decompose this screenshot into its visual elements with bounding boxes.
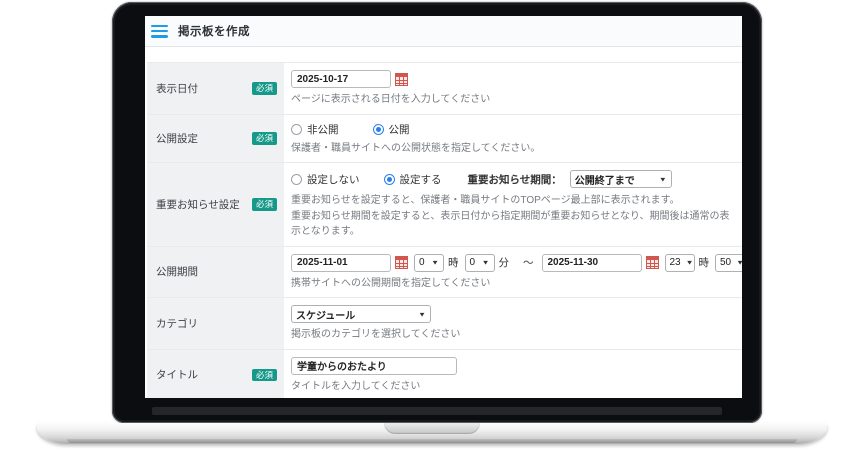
radio-notice-on[interactable]: 設定する	[383, 172, 442, 187]
row-publish-setting: 公開設定 必須 非公開 公開 保護者・職員サイトへの公開状態を指定してください。	[147, 114, 742, 163]
field-help: ページに表示される日付を入力してください	[291, 94, 491, 105]
radio-label: 設定する	[399, 173, 442, 186]
app-header: 掲示板を作成	[145, 16, 742, 47]
field-label: タイトル	[156, 369, 198, 382]
minute-unit: 分	[498, 257, 510, 269]
calendar-icon[interactable]	[395, 256, 408, 269]
category-select[interactable]: スケジュール ▼	[291, 305, 431, 323]
category-content: スケジュール ▼ 掲示板のカテゴリを選択してください	[289, 298, 742, 349]
important-notice-content: 設定しない 設定する 重要お知らせ期間： 公開終了まで ▼ 重要お知らせを設定す…	[289, 163, 742, 246]
selected-value: 公開終了まで	[574, 175, 635, 187]
publish-setting-label-cell: 公開設定 必須	[147, 114, 284, 162]
radio-private[interactable]: 非公開	[291, 122, 339, 137]
field-label: 表示日付	[156, 82, 198, 95]
row-display-date: 表示日付 必須 ページに表示される日付を入力してください	[147, 63, 742, 115]
menu-icon[interactable]	[151, 24, 168, 38]
important-notice-label-cell: 重要お知らせ設定 必須	[147, 163, 284, 246]
chevron-down-icon: ▼	[431, 258, 439, 267]
selected-value: 23	[669, 257, 681, 268]
required-badge: 必須	[251, 82, 277, 95]
selected-value: スケジュール	[296, 310, 356, 322]
display-date-input[interactable]	[291, 70, 391, 88]
laptop-base-rim	[67, 439, 797, 443]
required-badge: 必須	[251, 198, 277, 211]
radio-icon[interactable]	[291, 123, 302, 135]
laptop-mockup: 掲示板を作成 表示日付 必須 2025-10-17 ページに表示される日付を入力…	[0, 0, 864, 460]
start-hour-select[interactable]: 0 ▼	[414, 253, 444, 272]
chevron-down-icon: ▼	[685, 258, 694, 267]
field-help: 保護者・職員サイトへの公開状態を指定してください。	[291, 142, 541, 154]
radio-checked-icon[interactable]	[383, 173, 395, 185]
category-label-cell: カテゴリ	[147, 298, 284, 349]
radio-notice-off[interactable]: 設定しない	[291, 172, 360, 187]
field-help: 重要お知らせ期間を設定すると、表示日付から指定期間が重要お知らせとなり、期間後は…	[291, 210, 730, 238]
laptop-base	[37, 423, 827, 444]
row-publish-period: 公開期間 0 ▼ 時	[147, 246, 742, 298]
radio-checked-icon[interactable]	[372, 123, 384, 135]
period-start-date-input[interactable]	[291, 253, 391, 272]
range-separator: ～	[523, 257, 534, 269]
chevron-down-icon: ▼	[481, 258, 490, 267]
calendar-icon[interactable]	[645, 256, 659, 269]
end-hour-select[interactable]: 23 ▼	[664, 253, 695, 272]
field-help: タイトルを入力してください	[291, 380, 421, 392]
field-label: カテゴリ	[156, 317, 198, 330]
required-badge: 必須	[251, 368, 277, 381]
title-input[interactable]	[291, 356, 457, 375]
display-date-content: ページに表示される日付を入力してください	[289, 63, 742, 114]
laptop-notch	[384, 423, 480, 434]
field-label: 重要お知らせ設定	[156, 198, 240, 211]
publish-period-content: 0 ▼ 時 0 ▼ 分 ～	[289, 247, 742, 298]
end-minute-select[interactable]: 50 ▼	[715, 253, 742, 272]
radio-icon[interactable]	[291, 173, 302, 185]
publish-period-label-cell: 公開期間	[147, 246, 284, 297]
notice-period-select[interactable]: 公開終了まで ▼	[569, 170, 672, 188]
chevron-down-icon: ▼	[418, 310, 426, 318]
radio-label: 設定しない	[307, 173, 360, 186]
field-help: 重要お知らせを設定すると、保護者・職員サイトのTOPページ最上部に表示されます。	[291, 195, 680, 206]
row-important-notice: 重要お知らせ設定 必須 設定しない 設定する 重要お知らせ期間： 公開終了まで …	[147, 163, 742, 247]
page-title: 掲示板を作成	[178, 26, 250, 38]
title-label-cell: タイトル 必須	[147, 349, 284, 398]
create-board-form: 表示日付 必須 ページに表示される日付を入力してください	[145, 47, 742, 398]
hour-unit: 時	[448, 257, 459, 269]
publish-setting-content: 非公開 公開 保護者・職員サイトへの公開状態を指定してください。	[289, 115, 742, 163]
chevron-down-icon: ▼	[658, 175, 667, 183]
laptop-screen: 掲示板を作成 表示日付 必須 2025-10-17 ページに表示される日付を入力…	[145, 16, 742, 398]
start-minute-select[interactable]: 0 ▼	[464, 253, 495, 272]
radio-label: 非公開	[307, 123, 339, 136]
selected-value: 0	[419, 257, 425, 268]
notice-period-label: 重要お知らせ期間：	[467, 173, 562, 186]
row-category: カテゴリ スケジュール ▼ 掲示板のカテゴリを選択してください	[147, 298, 742, 350]
field-help: 携帯サイトへの公開期間を指定してください	[291, 277, 491, 289]
chevron-down-icon: ▼	[736, 259, 742, 266]
title-content: タイトルを入力してください	[289, 350, 742, 399]
period-end-date-input[interactable]	[541, 253, 642, 272]
row-title: タイトル 必須 タイトルを入力してください	[147, 349, 742, 399]
required-badge: 必須	[251, 132, 277, 145]
field-help: 掲示板のカテゴリを選択してください	[291, 329, 461, 340]
selected-value: 50	[720, 257, 732, 268]
hour-unit: 時	[698, 257, 710, 269]
form-table: 表示日付 必須 ページに表示される日付を入力してください	[147, 62, 742, 398]
display-date-label-cell: 表示日付 必須	[147, 63, 284, 114]
field-label: 公開設定	[156, 132, 198, 145]
radio-public[interactable]: 公開	[372, 122, 410, 137]
calendar-icon[interactable]	[395, 72, 408, 86]
radio-label: 公開	[388, 123, 410, 136]
laptop-hinge	[152, 407, 722, 415]
selected-value: 0	[469, 257, 476, 268]
field-label: 公開期間	[156, 266, 198, 279]
